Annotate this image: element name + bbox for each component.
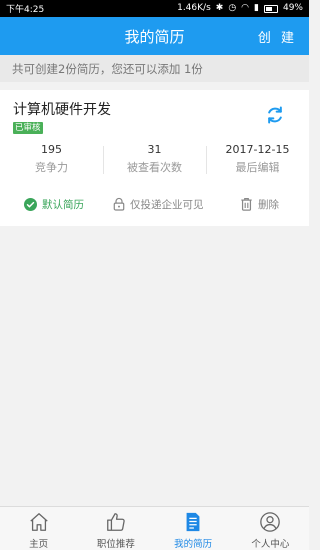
stat-label: 最后编辑 <box>235 161 280 174</box>
battery-icon <box>263 4 278 13</box>
tab-personal-center[interactable]: 个人中心 <box>232 507 309 550</box>
stat-label: 被查看次数 <box>127 161 182 174</box>
network-speed: 1.46K/s <box>177 3 211 13</box>
default-resume-label: 默认简历 <box>42 198 84 211</box>
delete-button[interactable]: 删除 <box>240 197 279 212</box>
visibility-setting[interactable]: 仅投递企业可见 <box>113 197 204 212</box>
lock-icon <box>113 197 125 211</box>
quota-notice: 共可创建2份简历，您还可以添加 1份 <box>0 55 309 82</box>
resume-card[interactable]: 计算机硬件开发 已审核 195 竞争力 31 被查看次数 2017-12-15 … <box>0 90 309 226</box>
create-button[interactable]: 创 建 <box>258 27 297 46</box>
stat-label: 竞争力 <box>35 161 68 174</box>
refresh-icon[interactable] <box>265 105 285 125</box>
stat-value: 195 <box>41 143 62 156</box>
delete-label: 删除 <box>258 198 279 211</box>
page-title: 我的简历 <box>124 27 185 46</box>
tab-label: 主页 <box>29 539 49 550</box>
stat-competitiveness: 195 竞争力 <box>0 142 103 182</box>
stat-views: 31 被查看次数 <box>103 142 206 182</box>
status-time: 下午4:25 <box>6 5 45 15</box>
user-icon <box>260 512 281 532</box>
tab-home[interactable]: 主页 <box>0 507 77 550</box>
wifi-icon: ◠ <box>241 3 250 13</box>
tab-label: 我的简历 <box>174 539 213 550</box>
home-icon <box>29 513 48 531</box>
check-circle-icon <box>24 197 37 211</box>
visibility-label: 仅投递企业可见 <box>130 198 204 211</box>
tab-label: 职位推荐 <box>96 539 135 550</box>
status-bar: 下午4:25 1.46K/s ✱ ◷ ◠ ▮ 49% <box>0 0 309 17</box>
battery-percent: 49% <box>282 3 303 13</box>
status-badge: 已审核 <box>13 122 43 134</box>
stat-value: 31 <box>147 143 162 156</box>
resume-actions: 默认简历 仅投递企业可见 删除 <box>0 193 309 215</box>
document-icon <box>186 512 200 532</box>
bluetooth-icon: ✱ <box>215 3 224 13</box>
alarm-icon: ◷ <box>228 3 237 13</box>
trash-icon <box>241 197 252 211</box>
tab-job-recommendations[interactable]: 职位推荐 <box>77 507 154 550</box>
default-resume-toggle[interactable]: 默认简历 <box>24 197 84 212</box>
stat-value: 2017-12-15 <box>225 143 290 156</box>
bottom-tab-bar: 主页 职位推荐 我的简历 个人中心 <box>0 506 309 550</box>
resume-title: 计算机硬件开发 <box>13 102 111 118</box>
thumbs-up-icon <box>106 513 125 531</box>
resume-stats: 195 竞争力 31 被查看次数 2017-12-15 最后编辑 <box>0 142 309 182</box>
tab-my-resume[interactable]: 我的简历 <box>155 507 232 550</box>
signal-icon: ▮ <box>254 3 259 13</box>
app-bar: 我的简历 创 建 <box>0 17 309 55</box>
stat-last-edited: 2017-12-15 最后编辑 <box>206 142 309 182</box>
tab-label: 个人中心 <box>251 539 290 550</box>
status-indicators: 1.46K/s ✱ ◷ ◠ ▮ 49% <box>177 4 303 13</box>
